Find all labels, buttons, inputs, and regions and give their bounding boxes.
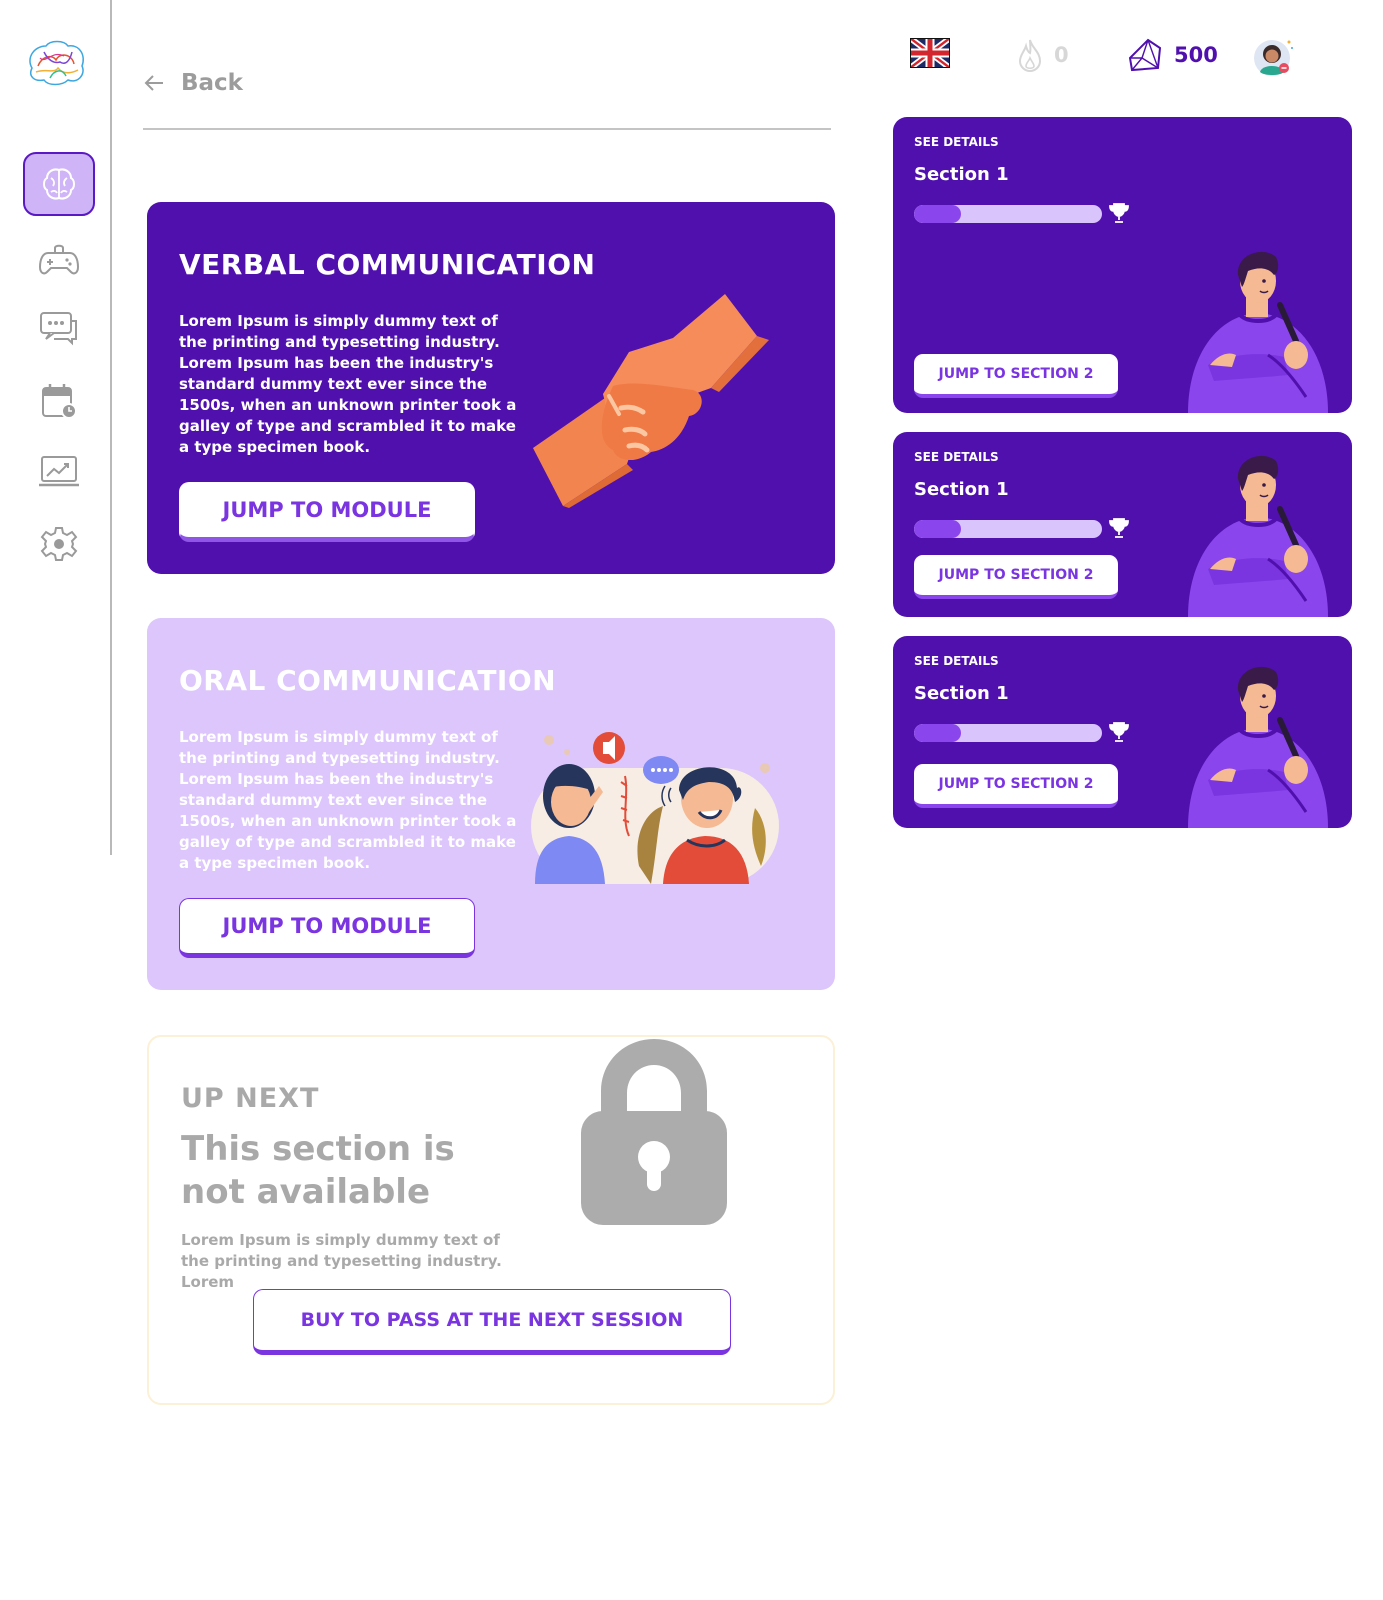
module-card-verbal: VERBAL COMMUNICATION Lorem Ipsum is simp… [147, 202, 835, 574]
uk-flag-icon [910, 38, 950, 68]
section-progress-bar [914, 520, 1102, 538]
brain-icon [43, 168, 75, 200]
section-title: Section 1 [914, 683, 1009, 704]
streak-counter: 0 [1018, 38, 1069, 72]
conversation-illustration [531, 732, 779, 884]
section-card: SEE DETAILS Section 1 JUMP TO SECTION 2 [893, 432, 1352, 617]
person-illustration [1188, 455, 1328, 617]
gems-counter: 500 [1128, 38, 1218, 72]
progress-fill [914, 520, 961, 538]
sidebar [0, 0, 112, 855]
jump-to-section-button[interactable]: JUMP TO SECTION 2 [914, 354, 1118, 398]
profile-avatar[interactable] [1252, 36, 1296, 80]
streak-count: 0 [1054, 43, 1069, 67]
section-title: Section 1 [914, 479, 1009, 500]
section-progress-bar [914, 205, 1102, 223]
trophy-icon [1109, 518, 1129, 538]
module-description: Lorem Ipsum is simply dummy text of the … [179, 312, 517, 456]
back-label: Back [181, 70, 243, 96]
brain-logo-icon[interactable] [24, 38, 88, 88]
header-divider [143, 128, 831, 130]
progress-fill [914, 724, 961, 742]
see-details-link[interactable]: SEE DETAILS [914, 135, 999, 149]
buy-to-pass-button[interactable]: BUY TO PASS AT THE NEXT SESSION [253, 1289, 731, 1355]
gamepad-icon [38, 244, 80, 275]
sidebar-item-calendar[interactable] [23, 368, 95, 432]
section-card: SEE DETAILS Section 1 JUMP TO SECTION 2 [893, 117, 1352, 413]
sidebar-item-chat[interactable] [23, 296, 95, 360]
person-illustration [1188, 666, 1328, 828]
section-title: Section 1 [914, 164, 1009, 185]
lock-icon [581, 1039, 727, 1225]
sidebar-item-games[interactable] [23, 228, 95, 292]
trophy-icon [1109, 722, 1129, 742]
top-status-bar: 0 500 [910, 38, 1350, 82]
module-title: ORAL COMMUNICATION [179, 664, 557, 697]
locked-description: Lorem Ipsum is simply dummy text of the … [181, 1231, 502, 1291]
module-title: VERBAL COMMUNICATION [179, 248, 596, 281]
module-card-oral: ORAL COMMUNICATION Lorem Ipsum is simply… [147, 618, 835, 990]
chat-icon [40, 312, 77, 346]
back-button[interactable]: Back [143, 70, 243, 96]
locked-title: This section is not available [181, 1129, 455, 1212]
section-card: SEE DETAILS Section 1 JUMP TO SECTION 2 [893, 636, 1352, 828]
jump-to-module-button[interactable]: JUMP TO MODULE [179, 898, 475, 958]
chart-monitor-icon [39, 456, 79, 487]
sidebar-item-settings[interactable] [23, 512, 95, 576]
locked-section-card: UP NEXT This section is not available Lo… [147, 1035, 835, 1405]
handshake-illustration [533, 294, 769, 508]
module-description: Lorem Ipsum is simply dummy text of the … [179, 728, 517, 872]
language-selector[interactable] [910, 38, 950, 68]
gear-icon [40, 527, 78, 561]
jump-to-section-button[interactable]: JUMP TO SECTION 2 [914, 555, 1118, 599]
sidebar-item-analytics[interactable] [23, 440, 95, 504]
jump-to-module-button[interactable]: JUMP TO MODULE [179, 482, 475, 542]
arrow-left-icon [144, 75, 163, 91]
see-details-link[interactable]: SEE DETAILS [914, 450, 999, 464]
see-details-link[interactable]: SEE DETAILS [914, 654, 999, 668]
gem-icon [1128, 38, 1162, 72]
flame-icon [1018, 39, 1042, 72]
section-progress-bar [914, 724, 1102, 742]
calendar-clock-icon [42, 384, 77, 419]
jump-to-section-button[interactable]: JUMP TO SECTION 2 [914, 764, 1118, 808]
trophy-icon [1109, 203, 1129, 223]
avatar [1254, 40, 1293, 76]
gems-count: 500 [1174, 43, 1218, 67]
sidebar-item-brain[interactable] [23, 152, 95, 216]
person-illustration [1188, 251, 1328, 413]
progress-fill [914, 205, 961, 223]
